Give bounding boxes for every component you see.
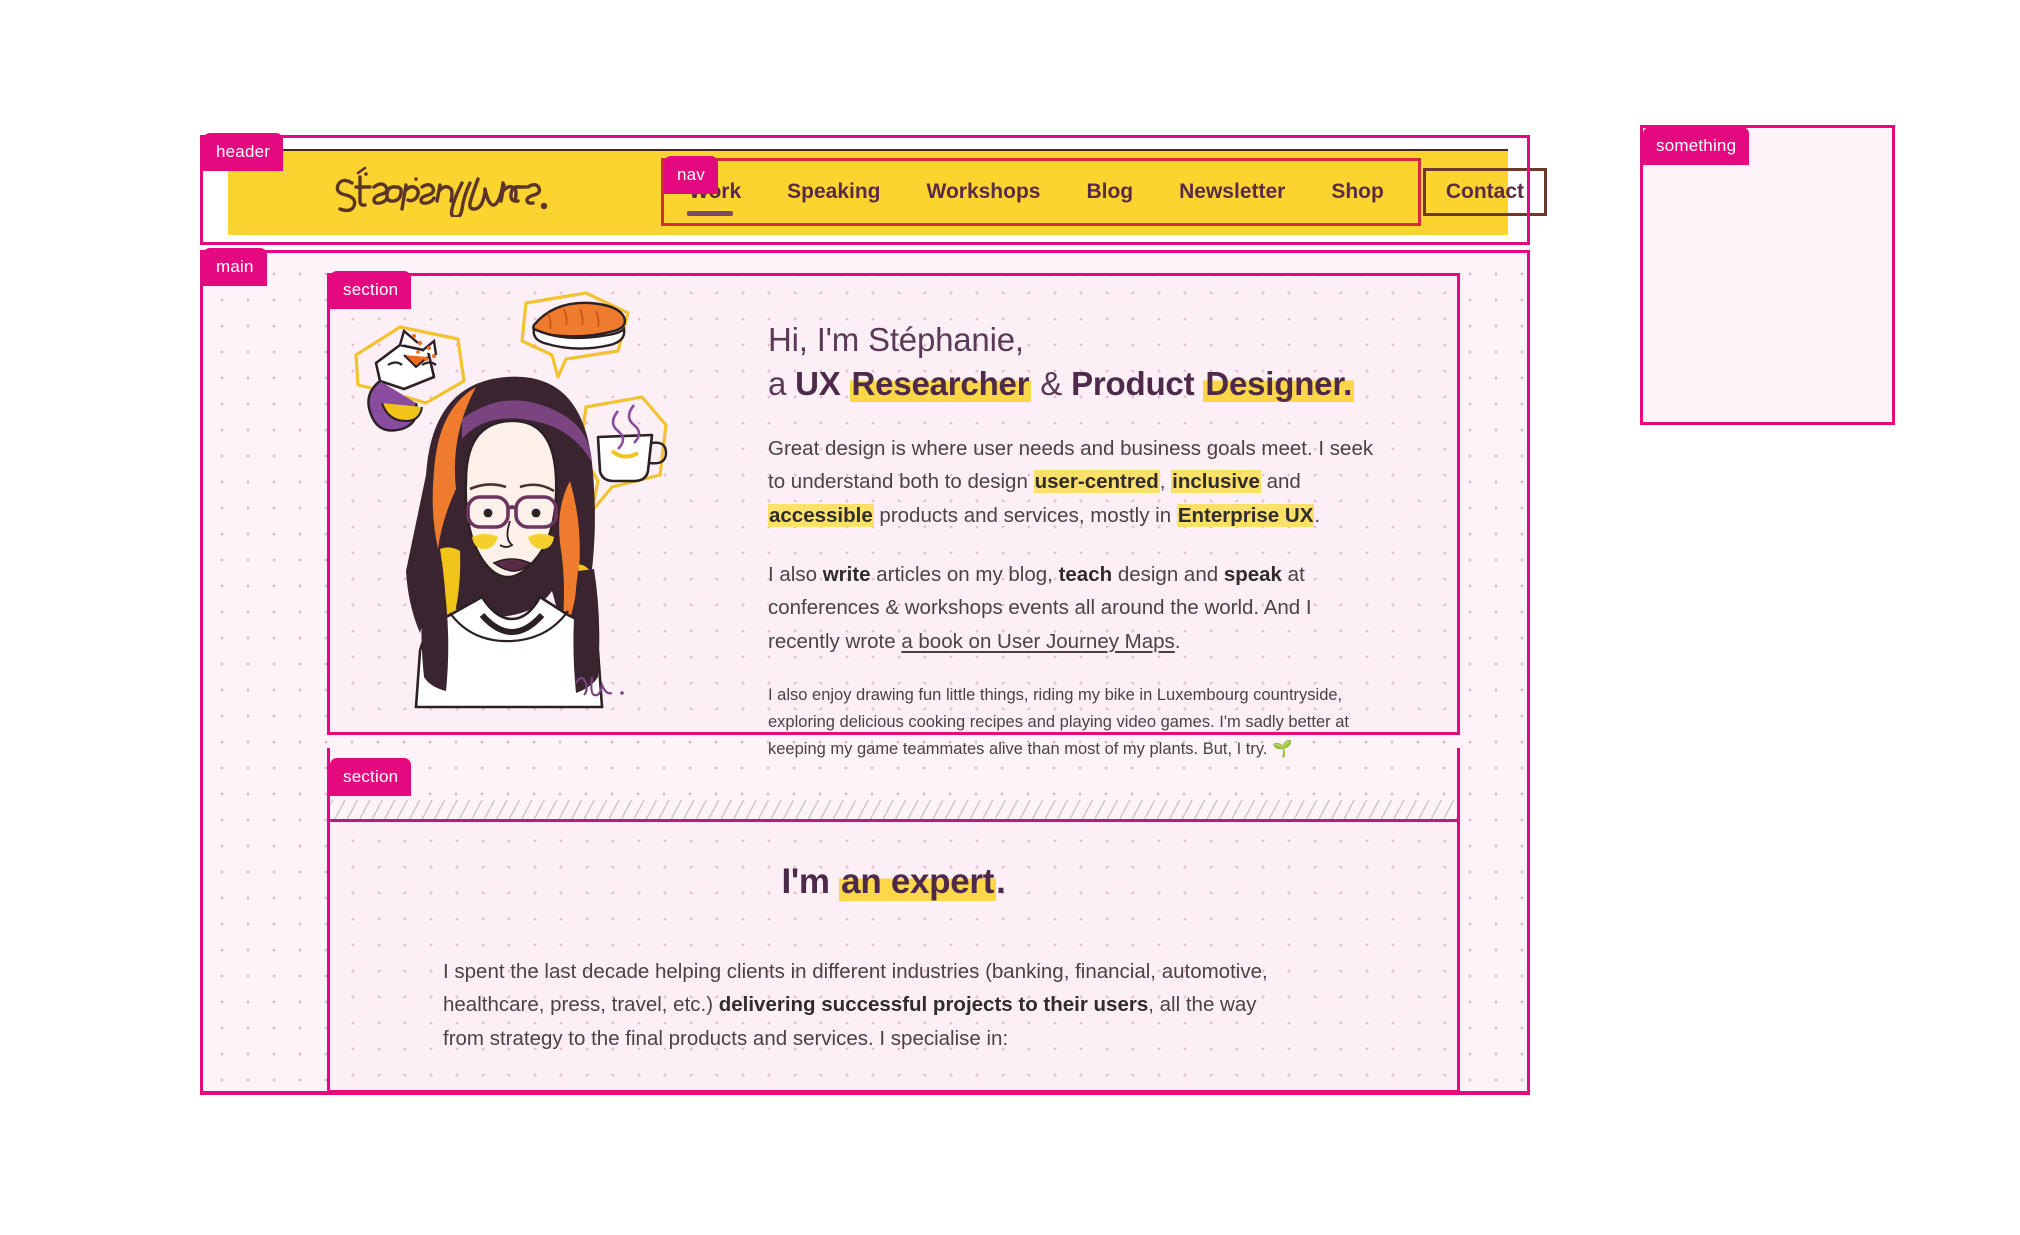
- nav-outline: [661, 158, 1421, 226]
- something-tag-label: something: [1643, 127, 1750, 165]
- header-tag-label: header: [203, 133, 284, 171]
- section-expert-tag-label: section: [330, 758, 412, 796]
- main-outline: [200, 250, 1530, 1095]
- nav-tag-label: nav: [664, 156, 719, 194]
- something-outline: [1640, 125, 1895, 425]
- page-root: Hi, I'm Stéphanie, a UX Researcher & Pro…: [0, 0, 2020, 1235]
- main-tag-label: main: [203, 248, 267, 286]
- section-hero-tag-label: section: [330, 271, 412, 309]
